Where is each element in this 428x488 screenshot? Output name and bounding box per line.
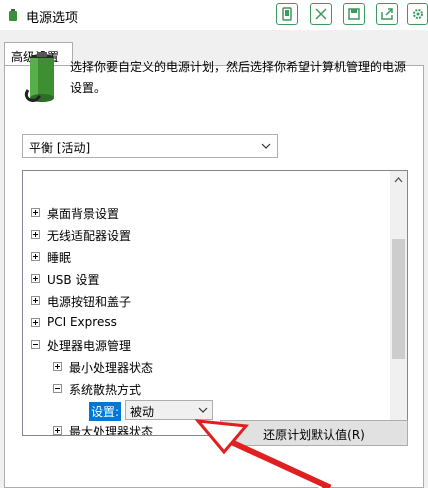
collapse-icon[interactable] <box>53 384 62 393</box>
share-icon-button[interactable] <box>376 3 398 25</box>
expand-icon[interactable] <box>31 274 40 283</box>
save-icon-button[interactable] <box>343 3 365 25</box>
tree-item-label: 系统散热方式 <box>69 383 142 397</box>
tree-item-label: 处理器电源管理 <box>47 339 132 353</box>
power-plan-value: 平衡 [活动] <box>29 141 91 155</box>
setting-row[interactable]: 设置: 被动 <box>89 400 289 421</box>
tree-item-label: PCI Express <box>47 315 117 329</box>
restore-defaults-button[interactable]: 还原计划默认值(R) <box>220 420 408 446</box>
expand-icon[interactable] <box>31 252 40 261</box>
scroll-thumb[interactable] <box>392 239 405 359</box>
chevron-down-icon <box>261 143 271 149</box>
scroll-up-icon[interactable] <box>394 176 403 183</box>
expand-icon[interactable] <box>53 426 62 435</box>
collapse-icon[interactable] <box>31 340 40 349</box>
settings-tree[interactable]: 桌面背景设置 无线适配器设置 睡眠 USB 设置 电源按钮和盖子 PCI Exp… <box>22 170 408 436</box>
expand-icon[interactable] <box>31 230 40 239</box>
tree-item-label: 桌面背景设置 <box>47 207 120 221</box>
power-plan-select[interactable]: 平衡 [活动] <box>22 134 278 158</box>
gear-icon <box>413 9 423 19</box>
tree-scrollbar[interactable] <box>390 171 407 435</box>
tree-item-label: 睡眠 <box>47 251 72 265</box>
settings-icon-button[interactable] <box>407 3 428 25</box>
mobile-icon <box>282 7 292 21</box>
expand-icon[interactable] <box>31 318 40 327</box>
tree-item-label: USB 设置 <box>47 273 100 287</box>
description-text: 选择你要自定义的电源计划，然后选择你希望计算机管理的电源设置。 <box>70 60 407 95</box>
expand-icon[interactable] <box>31 296 40 305</box>
share-icon <box>381 8 393 20</box>
tree-item-label: 电源按钮和盖子 <box>47 295 132 309</box>
expand-icon[interactable] <box>53 362 62 371</box>
tree-item-label: 无线适配器设置 <box>47 229 132 243</box>
setting-value: 被动 <box>130 405 155 419</box>
window-title: 电源选项 <box>26 11 79 26</box>
tree-item-label: 最大处理器状态 <box>69 425 154 436</box>
battery-icon <box>24 52 54 102</box>
setting-label: 设置: <box>89 402 122 421</box>
expand-icon-button[interactable] <box>310 3 332 25</box>
power-options-icon <box>9 9 17 21</box>
title-bar: 电源选项 <box>0 0 428 30</box>
expand-icon[interactable] <box>31 208 40 217</box>
tree-item-label: 最小处理器状态 <box>69 361 154 375</box>
mobile-icon-button[interactable] <box>276 3 298 25</box>
save-icon <box>348 8 360 20</box>
chevron-down-icon <box>198 407 208 413</box>
expand-icon <box>315 8 327 20</box>
setting-value-select[interactable]: 被动 <box>125 400 213 420</box>
